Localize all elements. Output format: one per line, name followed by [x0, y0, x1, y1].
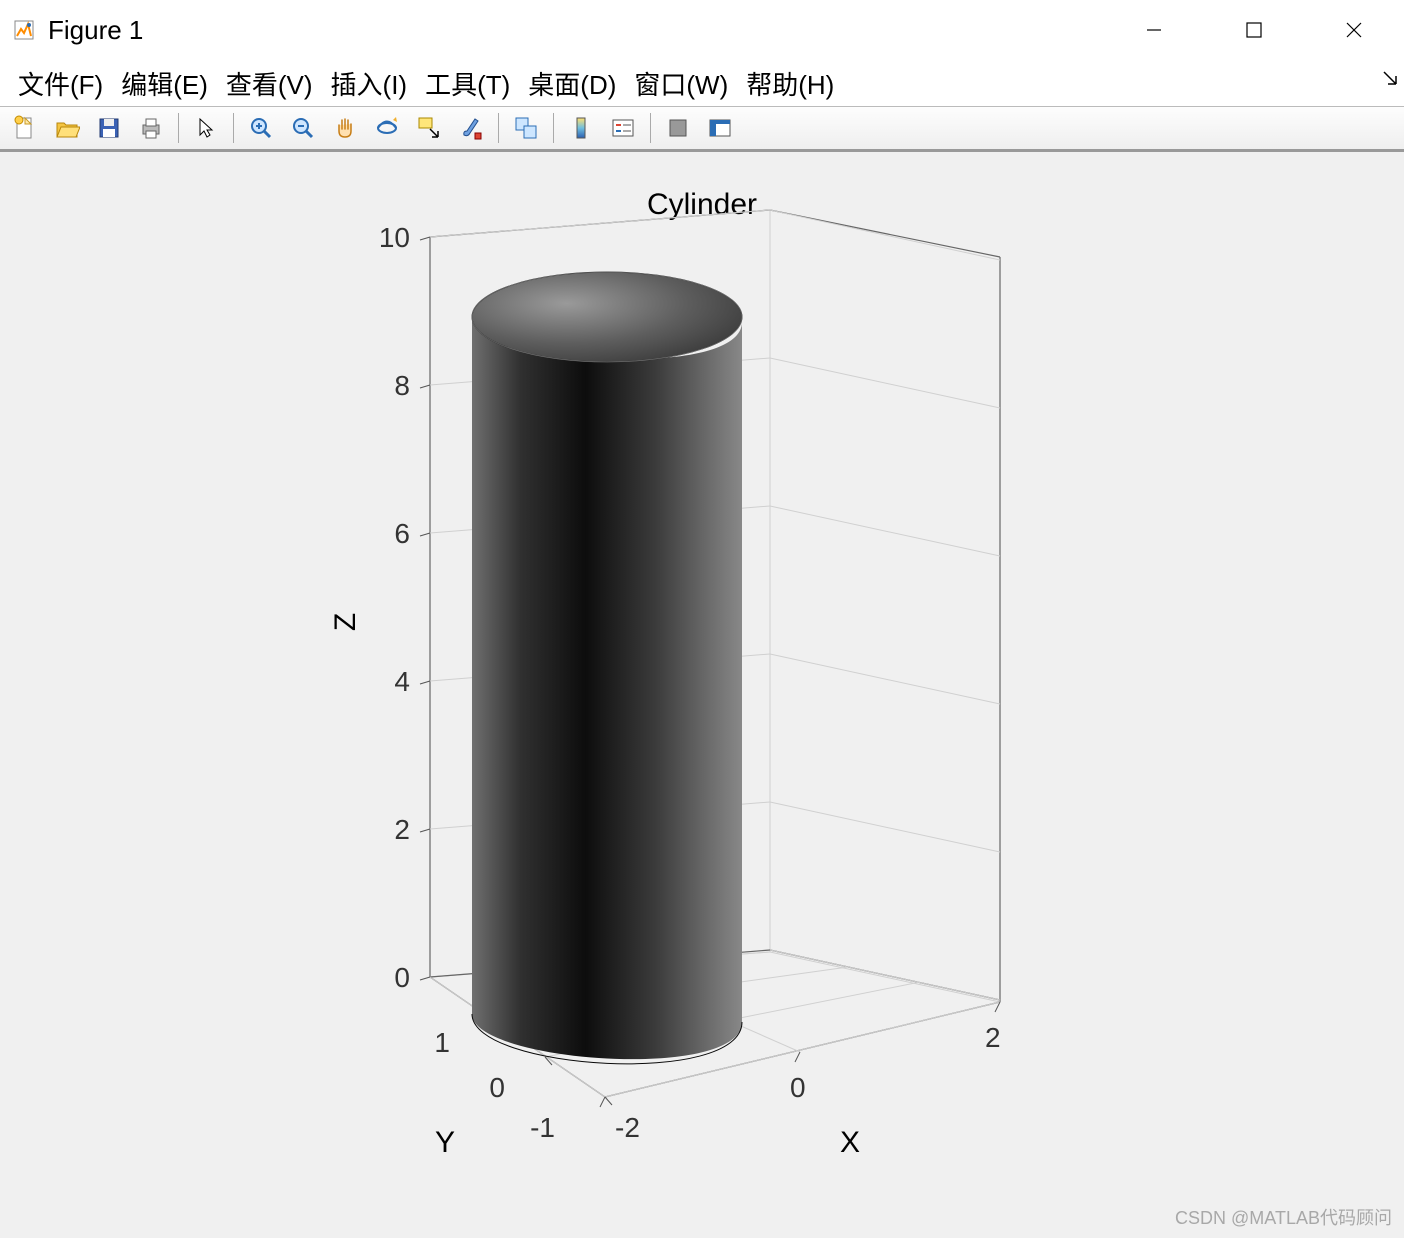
y-tick-0: 0 [489, 1072, 505, 1103]
save-icon[interactable] [90, 110, 128, 146]
z-tick-0: 0 [394, 962, 410, 993]
print-icon[interactable] [132, 110, 170, 146]
toolbar-separator [498, 113, 499, 143]
x-tick--2: -2 [615, 1112, 640, 1143]
legend-icon[interactable] [604, 110, 642, 146]
link-icon[interactable] [507, 110, 545, 146]
z-axis-label: Z [329, 613, 362, 631]
menu-edit[interactable]: 编辑(E) [115, 63, 214, 104]
menu-file[interactable]: 文件(F) [12, 63, 109, 104]
menubar: 文件(F) 编辑(E) 查看(V) 插入(I) 工具(T) 桌面(D) 窗口(W… [0, 60, 1404, 106]
toolbar-separator [553, 113, 554, 143]
titlebar: Figure 1 [0, 0, 1404, 60]
menu-insert[interactable]: 插入(I) [325, 63, 414, 104]
menu-window[interactable]: 窗口(W) [628, 63, 734, 104]
watermark: CSDN @MATLAB代码顾问 [1175, 1204, 1392, 1230]
window-title: Figure 1 [48, 15, 143, 46]
rotate3d-icon[interactable] [368, 110, 406, 146]
toolbar-separator [650, 113, 651, 143]
toolbar-separator [178, 113, 179, 143]
menu-tools[interactable]: 工具(T) [419, 63, 516, 104]
y-tick-1: 1 [434, 1027, 450, 1058]
cylinder-surface [472, 272, 742, 1064]
new-file-icon[interactable] [6, 110, 44, 146]
zoom-in-icon[interactable] [242, 110, 280, 146]
datacursor-icon[interactable] [410, 110, 448, 146]
z-tick-8: 8 [394, 370, 410, 401]
zoom-out-icon[interactable] [284, 110, 322, 146]
menu-desktop[interactable]: 桌面(D) [522, 63, 622, 104]
dock-arrow-icon[interactable] [1382, 70, 1398, 91]
y-tick--1: -1 [530, 1112, 555, 1143]
z-tick-10: 10 [379, 222, 410, 253]
plot-tools-icon[interactable] [701, 110, 739, 146]
x-axis-label: X [840, 1126, 860, 1159]
y-axis-label: Y [435, 1126, 455, 1159]
z-tick-4: 4 [394, 666, 410, 697]
close-button[interactable] [1304, 0, 1404, 60]
open-file-icon[interactable] [48, 110, 86, 146]
x-tick-2: 2 [985, 1022, 1001, 1053]
brush-icon[interactable] [452, 110, 490, 146]
menu-view[interactable]: 查看(V) [220, 63, 319, 104]
toolbar [0, 106, 1404, 152]
window-controls [1104, 0, 1404, 60]
z-tick-2: 2 [394, 814, 410, 845]
x-tick-0: 0 [790, 1072, 806, 1103]
maximize-button[interactable] [1204, 0, 1304, 60]
pointer-icon[interactable] [187, 110, 225, 146]
plot-area[interactable]: Cylinder [0, 152, 1404, 1238]
dock-icon[interactable] [659, 110, 697, 146]
colorbar-icon[interactable] [562, 110, 600, 146]
minimize-button[interactable] [1104, 0, 1204, 60]
z-axis-ticks: 0 2 4 6 8 10 [379, 222, 430, 993]
axes-3d[interactable]: 0 2 4 6 8 10 -2 0 2 -1 0 1 Z X Y [0, 152, 1404, 1238]
toolbar-separator [233, 113, 234, 143]
matlab-figure-icon [12, 18, 36, 42]
z-tick-6: 6 [394, 518, 410, 549]
menu-help[interactable]: 帮助(H) [740, 63, 840, 104]
pan-icon[interactable] [326, 110, 364, 146]
